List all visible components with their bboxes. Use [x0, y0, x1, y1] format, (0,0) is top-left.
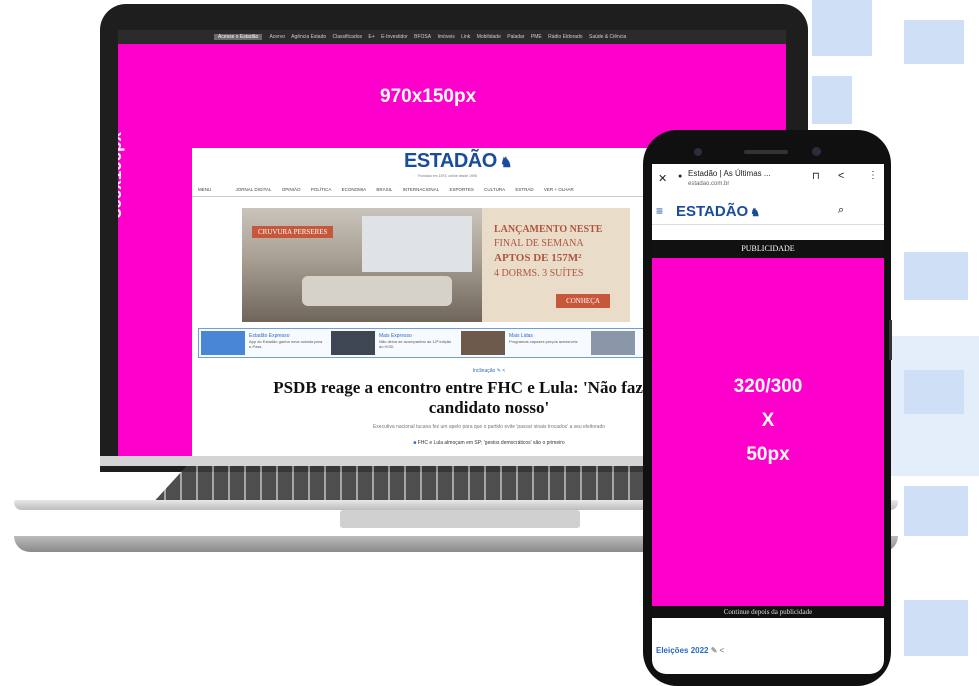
decor-square	[904, 370, 964, 414]
phone-speaker	[744, 150, 788, 154]
ad-line: APTOS DE 157M²	[494, 252, 582, 264]
ad-window-shape	[362, 216, 472, 272]
mobile-ad-size-label: X	[761, 410, 775, 431]
ad-tag: CRUVURA PERSERES	[252, 226, 334, 238]
ad-sofa-shape	[302, 276, 452, 306]
mobile-ad-size-label: 50px	[746, 444, 790, 465]
decor-square	[904, 252, 968, 300]
horse-icon: ♞	[499, 154, 513, 170]
top-nav-item[interactable]: PME	[531, 34, 542, 40]
decor-square	[812, 76, 852, 124]
top-nav-item[interactable]: Agência Estado	[291, 34, 326, 40]
horse-icon: ♞	[750, 207, 761, 219]
mobile-logo[interactable]: ESTADÃO ♞	[676, 203, 760, 220]
nav-item-menu[interactable]: MENU	[198, 187, 211, 192]
ad-line: 4 DORMS. 3 SUÍTES	[494, 268, 584, 279]
top-nav-item[interactable]: Link	[461, 34, 470, 40]
decor-square	[812, 0, 872, 56]
nav-item[interactable]: INTERNACIONAL	[403, 187, 440, 192]
continue-bar: Continue depois da publicidade	[652, 606, 884, 618]
tab-title: Estadão | As Últimas ...	[688, 169, 771, 178]
promo-card[interactable]: Mais Expresso Não deixa de acompanhar as …	[331, 331, 457, 355]
comment-icon[interactable]: ✎	[711, 646, 718, 655]
search-icon[interactable]: ⌕	[838, 204, 844, 217]
bookmark-icon[interactable]: ⊓	[812, 171, 820, 182]
promo-thumbnail	[331, 331, 375, 355]
nav-item[interactable]: OPINIÃO	[282, 187, 301, 192]
publicidade-bar: PUBLICIDADE	[652, 240, 884, 258]
section-link[interactable]: Eleições 2022 ✎ <	[656, 646, 724, 655]
share-icon[interactable]: <	[838, 170, 844, 182]
top-nav-item[interactable]: Saúde & Ciência	[589, 34, 626, 40]
decor-square	[904, 486, 968, 536]
nav-item[interactable]: ECONOMIA	[342, 187, 367, 192]
nav-item[interactable]: ESTRAD	[515, 187, 533, 192]
top-nav-highlight[interactable]: Acesse o Estadão	[214, 34, 263, 40]
ad-line: FINAL DE SEMANA	[494, 238, 584, 249]
decor-square	[904, 20, 964, 64]
top-nav-item[interactable]: E+	[368, 34, 374, 40]
top-nav-item[interactable]: Imóveis	[437, 34, 454, 40]
more-menu-icon[interactable]: ⋮	[868, 170, 878, 181]
side-size-label: 300x100px	[118, 131, 125, 218]
close-icon[interactable]: ✕	[658, 172, 667, 185]
promo-card[interactable]: Estadão Expresso App do Estadão ganha nov…	[201, 331, 327, 355]
nav-item[interactable]: BRASIL	[376, 187, 392, 192]
hamburger-menu-icon[interactable]: ≡	[656, 204, 663, 218]
mobile-ad-size-label: 320/300	[733, 376, 803, 397]
top-nav-item[interactable]: Rádio Eldorado	[548, 34, 582, 40]
phone-camera-icon	[694, 148, 702, 156]
phone-side-button	[889, 320, 892, 360]
ad-cta-button[interactable]: CONHEÇA	[556, 294, 610, 308]
top-nav-item[interactable]: E-Investidor	[381, 34, 408, 40]
promo-thumbnail	[461, 331, 505, 355]
promo-thumbnail	[591, 331, 635, 355]
logo-tagline: Fundado em 1875, online desde 1995	[418, 174, 477, 178]
nav-item[interactable]: JORNAL DIGITAL	[236, 187, 272, 192]
promo-text: Programas capazes preços acessíveis	[509, 339, 578, 344]
mobile-site-header: ≡ ESTADÃO ♞ ⌕	[652, 198, 884, 225]
browser-bar: ✕ ● Estadão | As Últimas ... estadao.com…	[652, 164, 884, 198]
phone-screen: ✕ ● Estadão | As Últimas ... estadao.com…	[652, 164, 884, 674]
promo-thumbnail	[201, 331, 245, 355]
lock-icon: ●	[678, 173, 683, 180]
comment-icon[interactable]: ✎	[497, 368, 501, 374]
promo-text: App do Estadão ganha nova rodada para e-…	[249, 339, 323, 349]
top-nav-item[interactable]: Acervo	[269, 34, 285, 40]
share-icon[interactable]: <	[720, 646, 725, 655]
top-nav-item[interactable]: Paladar	[507, 34, 524, 40]
share-icon[interactable]: <	[502, 368, 505, 374]
top-nav-bar: Acesse o Estadão Acervo Agência Estado C…	[118, 30, 786, 44]
nav-item[interactable]: CULTURA	[484, 187, 505, 192]
laptop-trackpad	[340, 510, 580, 528]
mobile-ad-slot: 320/300 X 50px	[652, 258, 884, 606]
display-ad[interactable]: CRUVURA PERSERES LANÇAMENTO NESTE FINAL …	[242, 208, 630, 322]
decor-square	[904, 600, 968, 656]
site-logo[interactable]: ESTADÃO ♞	[404, 150, 512, 173]
banner-size-label: 970x150px	[380, 86, 477, 107]
ad-line: LANÇAMENTO NESTE	[494, 224, 603, 235]
promo-text: Não deixa de acompanhar as 12ª edição do…	[379, 339, 452, 349]
nav-item[interactable]: POLÍTICA	[311, 187, 332, 192]
top-nav-item[interactable]: Mobilidade	[477, 34, 501, 40]
promo-card[interactable]: Mais Lidas Programas capazes preços acess…	[461, 331, 587, 355]
url-text[interactable]: estadao.com.br	[688, 181, 729, 187]
top-nav-item[interactable]: Classificados	[333, 34, 362, 40]
nav-item[interactable]: ESPORTES	[449, 187, 473, 192]
phone-sensor-icon	[812, 147, 821, 156]
top-nav-item[interactable]: BFOSA	[414, 34, 431, 40]
nav-item[interactable]: VER + OLHAR	[544, 187, 574, 192]
